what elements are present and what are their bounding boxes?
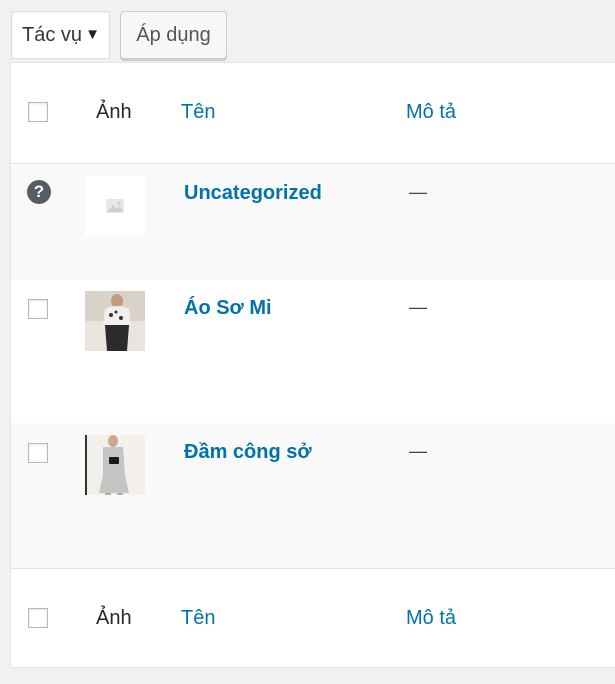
- table-header: Ảnh Tên Mô tả: [11, 63, 615, 164]
- select-all-checkbox[interactable]: [28, 102, 48, 122]
- category-name-link[interactable]: Đầm công sở: [184, 441, 312, 464]
- bulk-action-select-value: Tác vụ: [22, 23, 83, 46]
- category-description: —: [409, 182, 427, 202]
- table-row: Đầm công sở —: [11, 423, 615, 568]
- table-row: ? Uncategorized —: [11, 164, 615, 279]
- category-description: —: [409, 297, 427, 317]
- column-header-image: Ảnh: [96, 101, 132, 123]
- column-footer-name[interactable]: Tên: [181, 607, 215, 630]
- column-header-name[interactable]: Tên: [181, 101, 215, 124]
- bulk-action-select[interactable]: Tác vụ ▼: [11, 11, 110, 59]
- category-name-link[interactable]: Áo Sơ Mi: [184, 297, 272, 320]
- question-icon[interactable]: ?: [27, 180, 51, 204]
- row-checkbox[interactable]: [28, 443, 48, 463]
- table-row: Áo Sơ Mi —: [11, 279, 615, 423]
- row-checkbox[interactable]: [28, 299, 48, 319]
- categories-table: Ảnh Tên Mô tả ? Uncategorized — Áo Sơ Mi…: [10, 62, 615, 668]
- column-header-description[interactable]: Mô tả: [406, 101, 456, 124]
- dropdown-arrow-icon: ▼: [85, 26, 100, 43]
- column-footer-description[interactable]: Mô tả: [406, 607, 456, 630]
- table-footer: Ảnh Tên Mô tả: [11, 568, 615, 669]
- category-description: —: [409, 441, 427, 461]
- apply-button[interactable]: Áp dụng: [120, 11, 227, 59]
- bulk-actions-bar: Tác vụ ▼ Áp dụng: [11, 11, 227, 59]
- category-name-link[interactable]: Uncategorized: [184, 182, 322, 205]
- column-footer-image: Ảnh: [96, 607, 132, 629]
- shirt-photo: [85, 291, 145, 351]
- placeholder-image: [85, 176, 145, 236]
- select-all-checkbox-footer[interactable]: [28, 608, 48, 628]
- dress-photo: [85, 435, 145, 495]
